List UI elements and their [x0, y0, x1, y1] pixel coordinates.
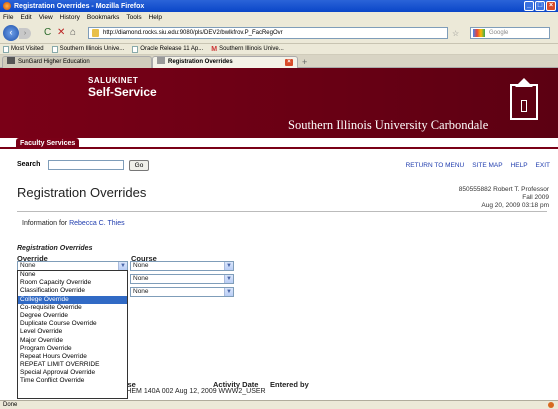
page-icon [51, 45, 58, 53]
link-help[interactable]: HELP [511, 162, 528, 169]
option-duplicate-course[interactable]: Duplicate Course Override [18, 320, 127, 328]
page-icon [3, 45, 9, 53]
home-icon[interactable]: ⌂ [70, 28, 76, 38]
bookmarks-toolbar: Most Visited Southern Illinois Unive... … [0, 44, 558, 55]
university-name: Southern Illinois University Carbondale [288, 118, 489, 132]
user-info: 850555882 Robert T. Professor Fall 2009 … [459, 186, 549, 210]
close-window-button[interactable]: × [546, 1, 556, 11]
option-degree[interactable]: Degree Override [18, 312, 127, 320]
services-nav: Faculty Services [0, 138, 558, 149]
datetime: Aug 20, 2009 03:18 pm [481, 202, 549, 209]
menu-file[interactable]: File [3, 14, 13, 21]
menu-tools[interactable]: Tools [126, 14, 141, 21]
forward-icon[interactable]: › [19, 28, 31, 39]
search-label: Search [17, 161, 41, 168]
course-select-2[interactable]: None ▼ [130, 274, 234, 284]
close-tab-icon[interactable]: × [285, 59, 293, 66]
go-button[interactable]: Go [129, 160, 149, 171]
new-tab-icon[interactable]: + [302, 57, 307, 67]
bookmark-siu-2[interactable]: M Southern Illinois Unive... [211, 46, 284, 53]
menu-history[interactable]: History [60, 14, 80, 21]
address-bar[interactable]: http://diamond.rocks.siu.edu:9080/pls/DE… [88, 27, 448, 39]
chevron-down-icon[interactable]: ▼ [224, 275, 233, 283]
menu-edit[interactable]: Edit [20, 14, 31, 21]
option-corequisite[interactable]: Co-requisite Override [18, 304, 127, 312]
tab-registration-overrides[interactable]: Registration Overrides × [152, 56, 298, 68]
tab-sungard[interactable]: SunGard Higher Education [2, 56, 152, 68]
stop-icon[interactable]: ✕ [57, 28, 65, 38]
status-text: Done [3, 402, 18, 408]
option-repeat-limit[interactable]: REPEAT LIMIT OVERRIDE [18, 361, 127, 369]
option-room-capacity[interactable]: Room Capacity Override [18, 279, 127, 287]
top-links: RETURN TO MENU SITE MAP HELP EXIT [406, 162, 550, 169]
user-line: 850555882 Robert T. Professor [458, 186, 549, 193]
option-college[interactable]: College Override [18, 295, 127, 304]
window-titlebar: Registration Overrides - Mozilla Firefox… [0, 0, 558, 12]
window-title: Registration Overrides - Mozilla Firefox [14, 2, 145, 10]
information-for: Information for Rebecca C. Thies [22, 220, 125, 227]
sungard-icon [7, 57, 15, 64]
search-input[interactable] [48, 160, 124, 170]
site-identity-icon [92, 29, 99, 37]
divider [17, 211, 547, 212]
reload-icon[interactable]: C [44, 28, 51, 38]
minimize-button[interactable]: _ [524, 1, 534, 11]
option-level[interactable]: Level Override [18, 328, 127, 336]
bookmark-star-icon[interactable]: ☆ [452, 29, 459, 38]
brand-main: Self-Service [88, 85, 157, 99]
link-return-to-menu[interactable]: RETURN TO MENU [406, 162, 465, 169]
entered-by-header: Entered by [270, 380, 309, 389]
link-site-map[interactable]: SITE MAP [472, 162, 502, 169]
option-classification[interactable]: Classification Override [18, 287, 127, 295]
bookmark-siu-1[interactable]: Southern Illinois Unive... [51, 45, 124, 53]
option-time-conflict[interactable]: Time Conflict Override [18, 377, 127, 385]
brand-top: SALUKINET [88, 76, 139, 85]
tab-faculty-services[interactable]: Faculty Services [16, 138, 80, 149]
chevron-down-icon[interactable]: ▼ [118, 262, 127, 270]
page-content: SALUKINET Self-Service Southern Illinois… [0, 68, 558, 400]
tab-strip: SunGard Higher Education Registration Ov… [0, 55, 558, 68]
option-major[interactable]: Major Override [18, 337, 127, 345]
menu-view[interactable]: View [39, 14, 53, 21]
chevron-down-icon[interactable]: ▼ [224, 288, 233, 296]
course-select-3[interactable]: None ▼ [130, 287, 234, 297]
site-banner: SALUKINET Self-Service Southern Illinois… [0, 68, 558, 138]
search-engine-box[interactable]: Google [470, 27, 550, 39]
google-icon [473, 29, 485, 37]
option-special-approval[interactable]: Special Approval Override [18, 369, 127, 377]
term: Fall 2009 [522, 194, 549, 201]
university-seal-icon [510, 78, 538, 120]
back-icon[interactable]: ‹ [3, 25, 19, 41]
menu-bar: File Edit View History Bookmarks Tools H… [0, 12, 558, 22]
page-title: Registration Overrides [17, 185, 147, 200]
gmail-icon: M [211, 45, 218, 53]
course-select-1[interactable]: None ▼ [130, 261, 234, 271]
section-title: Registration Overrides [17, 245, 93, 252]
page-icon [157, 57, 165, 64]
address-text: http://diamond.rocks.siu.edu:9080/pls/DE… [103, 30, 283, 36]
menu-help[interactable]: Help [149, 14, 162, 21]
maximize-button[interactable]: □ [535, 1, 545, 11]
status-bar: Done [0, 400, 558, 409]
status-icon [548, 402, 554, 408]
firefox-icon [3, 2, 11, 10]
bookmark-most-visited[interactable]: Most Visited [3, 45, 44, 53]
option-repeat-hours[interactable]: Repeat Hours Override [18, 353, 127, 361]
menu-bookmarks[interactable]: Bookmarks [87, 14, 120, 21]
navigation-toolbar: ‹ › C ✕ ⌂ http://diamond.rocks.siu.edu:9… [0, 22, 558, 44]
search-engine-placeholder: Google [489, 30, 509, 36]
student-link[interactable]: Rebecca C. Thies [69, 220, 125, 227]
bookmark-oracle[interactable]: Oracle Release 11 Ap... [132, 45, 203, 53]
page-icon [132, 45, 139, 53]
chevron-down-icon[interactable]: ▼ [224, 262, 233, 270]
override-dropdown-list[interactable]: None Room Capacity Override Classificati… [17, 270, 128, 399]
option-none[interactable]: None [18, 271, 127, 279]
link-exit[interactable]: EXIT [536, 162, 550, 169]
option-program[interactable]: Program Override [18, 345, 127, 353]
